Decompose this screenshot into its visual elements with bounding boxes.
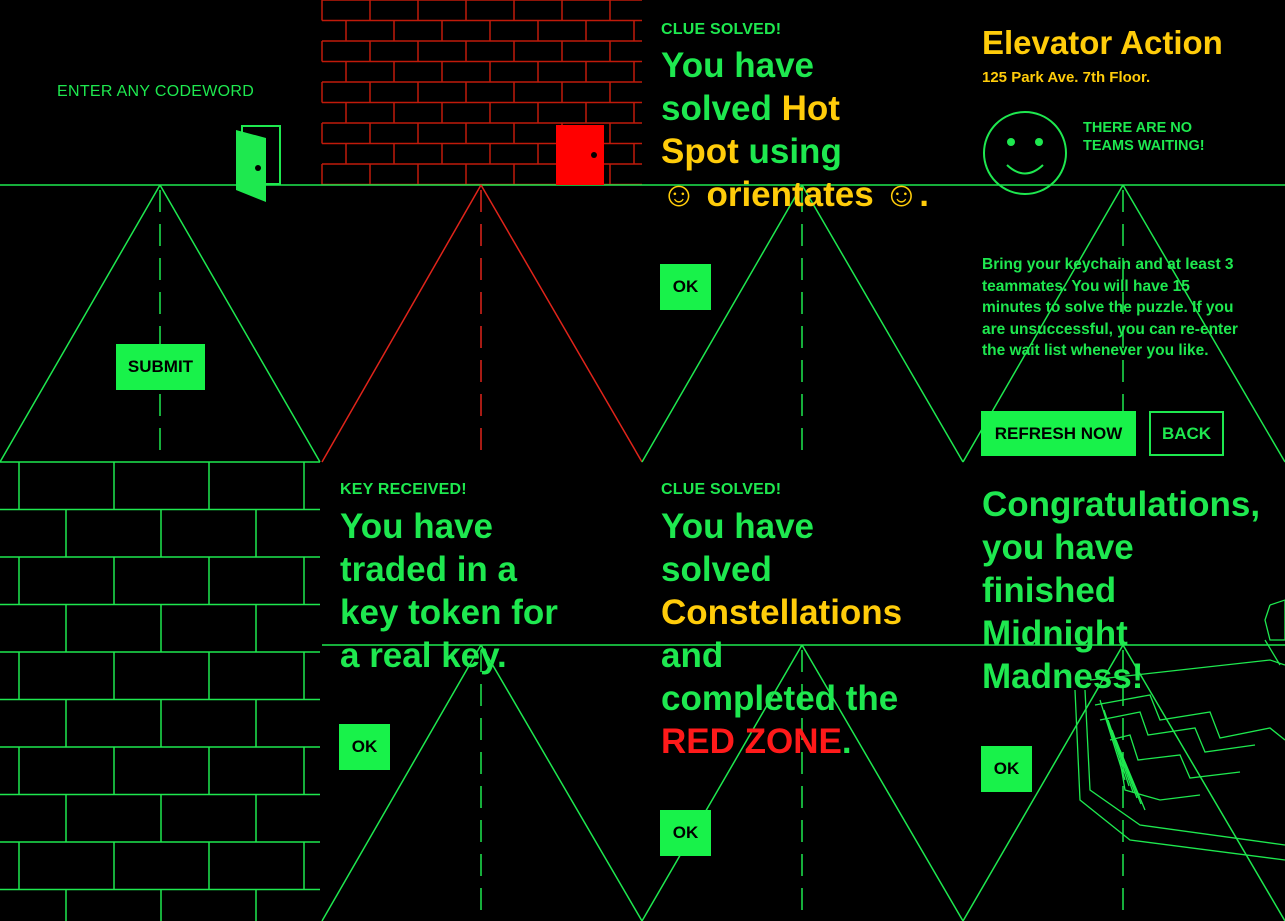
congrats-line: Congratulations, (982, 485, 1261, 524)
codeword-prompt: ENTER ANY CODEWORD (57, 83, 255, 100)
puzzle-title: Elevator Action (982, 24, 1223, 61)
clue-line: solved (661, 89, 782, 128)
puzzle-name: Spot (661, 132, 739, 171)
clue-solved-heading: CLUE SOLVED! (661, 21, 782, 38)
key-message-line: You have (340, 507, 494, 546)
codeword-used: ☺ orientates ☺ (661, 175, 920, 214)
congrats-line: Midnight (982, 614, 1128, 653)
instructions-line: the wait list whenever you like. (982, 342, 1209, 359)
puzzle-name: Constellations (661, 593, 903, 632)
instructions: Bring your keychain and at least 3 teamm… (982, 254, 1238, 362)
green-brick-wall (0, 461, 320, 921)
refresh-now-button[interactable]: REFRESH NOW (981, 411, 1136, 456)
clue-line: and (661, 636, 724, 675)
key-message: You have traded in a key token for a rea… (340, 505, 630, 677)
clue-line: . (919, 175, 929, 214)
ok-button[interactable]: OK (660, 264, 711, 310)
key-message-line: traded in a (340, 550, 517, 589)
clue-line: solved (661, 550, 772, 589)
zone-name: RED ZONE (661, 722, 842, 761)
open-door-icon[interactable] (232, 124, 284, 204)
congrats-line: finished (982, 571, 1117, 610)
clue-line: . (841, 722, 852, 761)
congrats-line: Madness! (982, 657, 1144, 696)
congrats-message: Congratulations, you have finished Midni… (982, 483, 1282, 698)
key-message-line: a real key. (340, 636, 507, 675)
key-received-heading: KEY RECEIVED! (340, 481, 467, 498)
clue-line: You have (661, 507, 815, 546)
clue-line: using (738, 132, 842, 171)
key-message-line: key token for (340, 593, 558, 632)
wait-status-line: TEAMS WAITING! (1083, 138, 1205, 154)
clue-hotspot-message: You have solved Hot Spot using ☺ orienta… (661, 44, 961, 216)
instructions-line: teammates. You will have 15 (982, 277, 1190, 295)
back-button[interactable]: BACK (1149, 411, 1224, 456)
wait-status: THERE ARE NO TEAMS WAITING! (1083, 119, 1205, 155)
instructions-line: Bring your keychain and at least 3 (982, 256, 1234, 273)
instructions-line: are unsuccessful, you can re-enter (982, 320, 1238, 338)
puzzle-name: Hot (781, 89, 840, 128)
red-door-icon[interactable] (556, 125, 604, 185)
puzzle-address: 125 Park Ave. 7th Floor. (982, 69, 1151, 86)
submit-button[interactable]: SUBMIT (116, 344, 205, 390)
ok-button[interactable]: OK (339, 724, 390, 770)
ok-button[interactable]: OK (660, 810, 711, 856)
smiley-face-icon (983, 111, 1067, 195)
ok-button[interactable]: OK (981, 746, 1032, 792)
instructions-line: minutes to solve the puzzle. If you (982, 299, 1234, 316)
clue-solved-heading: CLUE SOLVED! (661, 481, 782, 498)
clue-line: completed the (661, 679, 899, 718)
wait-status-line: THERE ARE NO (1083, 120, 1193, 136)
clue-constellations-message: You have solved Constellations and compl… (661, 505, 961, 763)
congrats-line: you have (982, 528, 1134, 567)
clue-line: You have (661, 46, 815, 85)
